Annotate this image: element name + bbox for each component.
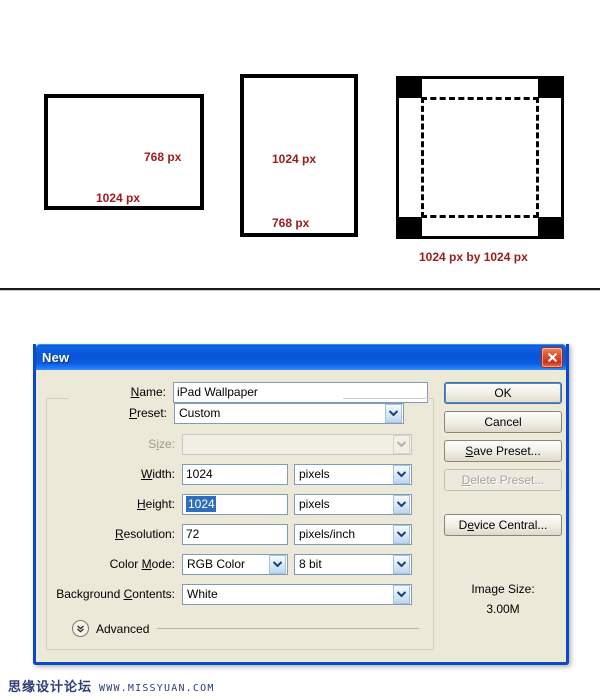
width-input[interactable]: 1024 xyxy=(182,463,288,485)
background-contents-select[interactable]: White xyxy=(182,583,412,605)
landscape-height-label: 768 px xyxy=(144,150,182,164)
advanced-rule xyxy=(157,628,419,629)
dialog-titlebar[interactable]: New xyxy=(36,344,566,370)
device-central-button[interactable]: Device Central... xyxy=(444,514,562,536)
chevron-down-icon xyxy=(393,434,410,454)
size-row: Size: xyxy=(55,432,425,456)
color-mode-row: Color Mode: RGB Color 8 bit xyxy=(55,552,425,576)
watermark-site-name: 思缘设计论坛 xyxy=(8,680,93,695)
new-document-dialog: New Name: iPad Wallpaper Preset: Custom … xyxy=(33,344,569,665)
name-input-value: iPad Wallpaper xyxy=(177,385,258,399)
dialog-title: New xyxy=(42,350,70,365)
chevron-double-down-icon[interactable] xyxy=(72,620,89,637)
height-unit-select[interactable]: pixels xyxy=(294,493,412,515)
portrait-width-label: 768 px xyxy=(272,216,310,230)
color-mode-label: Color Mode: xyxy=(109,557,175,571)
corner-mask-top-left xyxy=(396,76,422,98)
size-label: Size: xyxy=(148,437,175,451)
square-wallpaper-diagram xyxy=(396,76,564,239)
delete-preset-button: Delete Preset... xyxy=(444,469,562,491)
form-column: Name: iPad Wallpaper Preset: Custom Size… xyxy=(46,380,434,650)
watermark-url: WWW.MISSYUAN.COM xyxy=(99,683,215,694)
image-size-label: Image Size: xyxy=(471,582,535,596)
width-row: Width: 1024 pixels xyxy=(55,462,425,486)
chevron-down-icon xyxy=(393,464,410,484)
resolution-unit-select[interactable]: pixels/inch xyxy=(294,523,412,545)
resolution-input[interactable]: 72 xyxy=(182,523,288,545)
size-select xyxy=(182,433,412,455)
advanced-row[interactable]: Advanced xyxy=(55,620,425,637)
preset-select-value: Custom xyxy=(179,406,221,420)
chevron-down-icon xyxy=(393,584,410,604)
preset-group: Preset: Custom Size: Width: 1024 pixels … xyxy=(46,398,434,650)
chevron-down-icon xyxy=(393,494,410,514)
corner-mask-top-right xyxy=(538,76,564,98)
height-row: Height: 1024 pixels xyxy=(55,492,425,516)
background-contents-label: Background Contents: xyxy=(56,587,175,601)
resolution-label: Resolution: xyxy=(114,527,175,541)
watermark: 思缘设计论坛 WWW.MISSYUAN.COM xyxy=(8,676,215,695)
preset-row: Preset: Custom xyxy=(47,401,425,425)
chevron-down-icon xyxy=(385,403,402,423)
chevron-down-icon xyxy=(393,524,410,544)
height-unit-value: pixels xyxy=(299,497,330,511)
diagram-area: 768 px 1024 px 1024 px 768 px 1024 px by… xyxy=(0,0,600,291)
background-contents-value: White xyxy=(187,587,218,601)
section-divider xyxy=(0,288,600,291)
resolution-row: Resolution: 72 pixels/inch xyxy=(55,522,425,546)
height-input[interactable]: 1024 xyxy=(182,493,288,515)
landscape-width-label: 1024 px xyxy=(96,191,141,205)
width-input-value: 1024 xyxy=(186,467,213,481)
advanced-label: Advanced xyxy=(96,621,150,636)
preset-select[interactable]: Custom xyxy=(174,402,404,424)
corner-mask-bottom-right xyxy=(538,217,564,239)
chevron-down-icon xyxy=(393,554,410,574)
ok-button[interactable]: OK xyxy=(444,382,562,404)
image-size-value: 3.00M xyxy=(486,602,520,616)
chevron-down-icon xyxy=(269,554,286,574)
image-size-block: Image Size: 3.00M xyxy=(444,579,562,619)
width-unit-select[interactable]: pixels xyxy=(294,463,412,485)
preset-label: Preset: xyxy=(128,406,167,420)
width-label: Width: xyxy=(140,467,175,481)
close-icon[interactable] xyxy=(541,347,563,368)
corner-mask-bottom-left xyxy=(396,217,422,239)
height-input-value: 1024 xyxy=(186,496,216,512)
resolution-unit-value: pixels/inch xyxy=(299,527,356,541)
width-unit-value: pixels xyxy=(299,467,330,481)
safe-area-dashed-outline xyxy=(421,97,539,218)
save-preset-button[interactable]: Save Preset... xyxy=(444,440,562,462)
square-caption-label: 1024 px by 1024 px xyxy=(419,250,528,264)
color-mode-value: RGB Color xyxy=(187,557,246,571)
portrait-height-label: 1024 px xyxy=(272,152,317,166)
name-label: Name: xyxy=(130,385,166,399)
bit-depth-value: 8 bit xyxy=(299,557,322,571)
color-mode-select[interactable]: RGB Color xyxy=(182,553,288,575)
background-contents-row: Background Contents: White xyxy=(55,582,425,606)
dialog-body: Name: iPad Wallpaper Preset: Custom Size… xyxy=(36,370,566,662)
resolution-input-value: 72 xyxy=(186,527,200,541)
bit-depth-select[interactable]: 8 bit xyxy=(294,553,412,575)
button-column: OK Cancel Save Preset... Delete Preset..… xyxy=(444,380,562,650)
height-label: Height: xyxy=(136,497,175,511)
cancel-button[interactable]: Cancel xyxy=(444,411,562,433)
